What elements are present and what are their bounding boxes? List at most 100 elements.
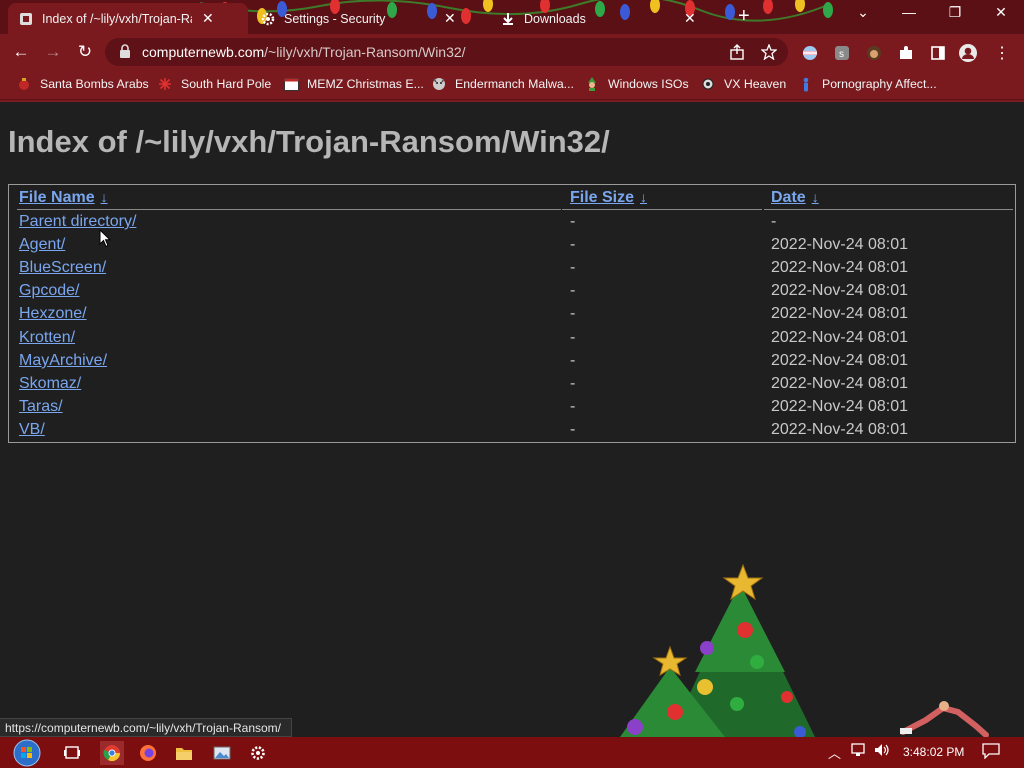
folder-link[interactable]: Krotten/ [19, 329, 75, 347]
figure-icon [798, 76, 814, 92]
table-row: BlueScreen/ - 2022-Nov-24 08:01 [9, 259, 1015, 282]
tab-downloads[interactable]: Downloads ✕ [490, 3, 728, 34]
ornament-icon [16, 76, 32, 92]
tab-title: Settings - Security [284, 11, 386, 26]
bookmark-windows-isos[interactable]: Windows ISOs [584, 76, 689, 92]
start-orb-icon[interactable] [12, 738, 42, 768]
close-tab-icon[interactable]: ✕ [202, 10, 214, 27]
address-bar[interactable]: computernewb.com/~lily/vxh/Trojan-Ransom… [105, 38, 788, 66]
back-arrow-icon[interactable]: ← [10, 41, 32, 63]
bookmark-santa-bombs-arabs[interactable]: Santa Bombs Arabs [16, 76, 149, 92]
date-cell: 2022-Nov-24 08:01 [771, 236, 908, 253]
url-host: computernewb.com [142, 44, 265, 60]
firefox-icon[interactable] [136, 741, 160, 765]
bookmarks-bar: Santa Bombs Arabs South Hard Pole MEMZ C… [0, 70, 1024, 100]
network-icon[interactable] [851, 743, 867, 760]
bookmark-star-icon[interactable] [759, 42, 779, 62]
table-row: Parent directory/ - - [9, 213, 1015, 236]
sort-by-file-size-header[interactable]: File Size ↓ [570, 189, 647, 207]
restore-button[interactable]: ❐ [940, 4, 970, 21]
volume-icon[interactable] [874, 743, 890, 760]
forward-arrow-icon[interactable]: → [42, 41, 64, 63]
action-center-icon[interactable] [982, 743, 1000, 762]
table-row: Taras/ - 2022-Nov-24 08:01 [9, 398, 1015, 421]
tab-strip: Index of /~lily/vxh/Trojan-Ranso ✕ Setti… [0, 0, 1024, 34]
file-size-cell: - [570, 282, 576, 299]
s-extension-icon[interactable]: s [832, 43, 852, 63]
bookmark-memz-christmas[interactable]: MEMZ Christmas E... [283, 76, 424, 92]
close-window-button[interactable]: ✕ [986, 4, 1016, 21]
sort-by-date-header[interactable]: Date ↓ [771, 189, 819, 207]
file-size-cell: - [570, 305, 576, 322]
bookmark-south-hard-pole[interactable]: South Hard Pole [157, 76, 271, 92]
column-label: File Name [19, 189, 95, 206]
table-row: Krotten/ - 2022-Nov-24 08:01 [9, 329, 1015, 352]
close-tab-icon[interactable]: ✕ [684, 10, 696, 27]
date-cell: - [771, 213, 777, 230]
file-size-cell: - [570, 375, 576, 392]
folder-link[interactable]: BlueScreen/ [19, 259, 106, 277]
folder-link[interactable]: MayArchive/ [19, 352, 107, 370]
folder-link[interactable]: Gpcode/ [19, 282, 79, 300]
url-path: /~lily/vxh/Trojan-Ransom/Win32/ [264, 44, 466, 60]
file-size-cell: - [570, 398, 576, 415]
browser-chrome: Index of /~lily/vxh/Trojan-Ranso ✕ Setti… [0, 0, 1024, 102]
close-tab-icon[interactable]: ✕ [444, 10, 456, 27]
svg-text:s: s [839, 49, 844, 60]
date-cell: 2022-Nov-24 08:01 [771, 375, 908, 392]
sort-arrow-icon: ↓ [640, 189, 648, 205]
folder-link[interactable]: Agent/ [19, 236, 65, 254]
folder-link[interactable]: Taras/ [19, 398, 63, 416]
bookmark-label: Endermanch Malwa... [455, 77, 574, 91]
reload-icon[interactable]: ↻ [74, 41, 96, 63]
folder-link[interactable]: VB/ [19, 421, 45, 439]
face-extension-icon[interactable] [864, 43, 884, 63]
gear-icon [260, 11, 276, 27]
sort-by-file-name-header[interactable]: File Name ↓ [19, 189, 108, 207]
date-cell: 2022-Nov-24 08:01 [771, 352, 908, 369]
file-size-cell: - [570, 213, 576, 230]
window-icon [283, 76, 299, 92]
settings-icon[interactable] [246, 741, 270, 765]
folder-link[interactable]: Hexzone/ [19, 305, 87, 323]
photos-icon[interactable] [210, 741, 234, 765]
table-row: VB/ - 2022-Nov-24 08:01 [9, 421, 1015, 444]
date-cell: 2022-Nov-24 08:01 [771, 329, 908, 346]
dancing-figure-decoration [900, 701, 989, 737]
profile-avatar-icon[interactable] [958, 43, 978, 63]
bookmark-label: South Hard Pole [181, 77, 272, 91]
chrome-icon[interactable] [100, 741, 124, 765]
bookmark-label: Santa Bombs Arabs [40, 77, 149, 91]
bookmark-vx-heaven[interactable]: VX Heaven [700, 76, 786, 92]
column-label: Date [771, 189, 806, 206]
date-cell: 2022-Nov-24 08:01 [771, 305, 908, 322]
table-row: Gpcode/ - 2022-Nov-24 08:01 [9, 282, 1015, 305]
minimize-button[interactable]: — [894, 4, 924, 20]
table-row: Hexzone/ - 2022-Nov-24 08:01 [9, 305, 1015, 328]
bookmark-endermanch-malware[interactable]: Endermanch Malwa... [431, 76, 574, 92]
puzzle-extensions-icon[interactable] [896, 43, 916, 63]
show-hidden-icons-chevron[interactable]: ︿ [828, 743, 841, 762]
tab-search-chevron-icon[interactable]: ⌄ [848, 4, 878, 21]
table-row: MayArchive/ - 2022-Nov-24 08:01 [9, 352, 1015, 375]
bookmark-label: VX Heaven [724, 77, 787, 91]
table-row: Agent/ - 2022-Nov-24 08:01 [9, 236, 1015, 259]
taskbar-clock[interactable]: 3:48:02 PM [903, 745, 964, 759]
sort-arrow-icon: ↓ [100, 189, 108, 205]
flag-extension-icon[interactable] [800, 43, 820, 63]
task-view-icon[interactable] [60, 741, 84, 765]
christmas-tree-decoration [620, 563, 815, 737]
tab-title: Downloads [524, 11, 586, 26]
share-icon[interactable] [727, 42, 747, 62]
folder-link[interactable]: Skomaz/ [19, 375, 81, 393]
kebab-menu-icon[interactable]: ⋮ [992, 43, 1012, 63]
new-tab-button[interactable]: + [738, 6, 750, 26]
side-panel-icon[interactable] [928, 43, 948, 63]
parent-directory-link[interactable]: Parent directory/ [19, 213, 136, 231]
bookmark-label: Windows ISOs [608, 77, 689, 91]
file-explorer-icon[interactable] [172, 741, 196, 765]
tab-settings-security[interactable]: Settings - Security ✕ [250, 3, 488, 34]
bookmark-pornography-affect[interactable]: Pornography Affect... [798, 76, 937, 92]
tab-index-trojan-ransom[interactable]: Index of /~lily/vxh/Trojan-Ranso ✕ [8, 3, 248, 34]
tab-title: Index of /~lily/vxh/Trojan-Ranso [42, 11, 192, 26]
